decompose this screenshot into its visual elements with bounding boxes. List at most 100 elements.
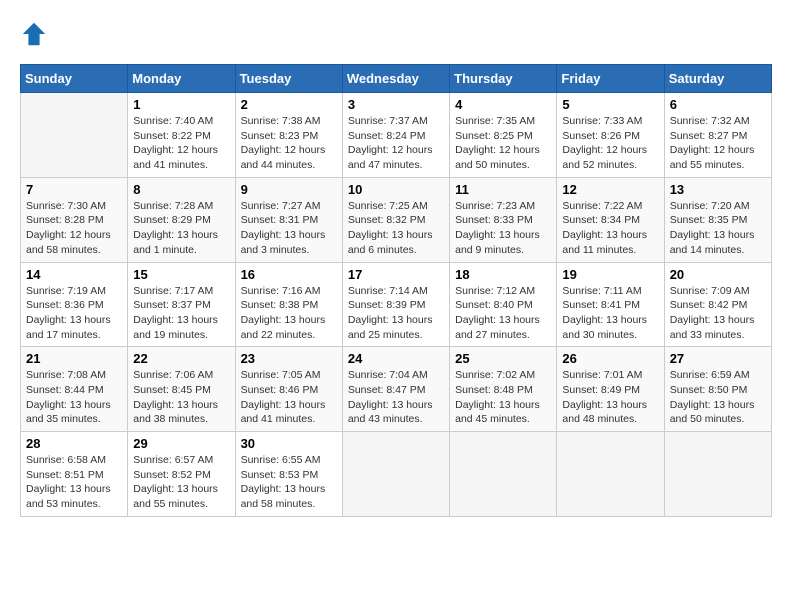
day-number: 20 [670,267,766,282]
calendar-cell: 30 Sunrise: 6:55 AM Sunset: 8:53 PM Dayli… [235,432,342,517]
calendar-cell: 8 Sunrise: 7:28 AM Sunset: 8:29 PM Daylig… [128,177,235,262]
day-number: 9 [241,182,337,197]
day-info: Sunrise: 7:02 AM Sunset: 8:48 PM Dayligh… [455,368,551,427]
day-info: Sunrise: 7:23 AM Sunset: 8:33 PM Dayligh… [455,199,551,258]
day-number: 29 [133,436,229,451]
day-number: 8 [133,182,229,197]
day-info: Sunrise: 7:08 AM Sunset: 8:44 PM Dayligh… [26,368,122,427]
day-number: 5 [562,97,658,112]
calendar-cell: 1 Sunrise: 7:40 AM Sunset: 8:22 PM Daylig… [128,93,235,178]
calendar-cell: 11 Sunrise: 7:23 AM Sunset: 8:33 PM Dayli… [450,177,557,262]
day-number: 17 [348,267,444,282]
logo-icon [20,20,48,48]
day-info: Sunrise: 7:33 AM Sunset: 8:26 PM Dayligh… [562,114,658,173]
column-header-wednesday: Wednesday [342,65,449,93]
day-number: 21 [26,351,122,366]
calendar-cell: 22 Sunrise: 7:06 AM Sunset: 8:45 PM Dayli… [128,347,235,432]
logo [20,20,52,48]
day-number: 18 [455,267,551,282]
day-info: Sunrise: 7:27 AM Sunset: 8:31 PM Dayligh… [241,199,337,258]
day-info: Sunrise: 6:58 AM Sunset: 8:51 PM Dayligh… [26,453,122,512]
calendar-cell: 27 Sunrise: 6:59 AM Sunset: 8:50 PM Dayli… [664,347,771,432]
day-info: Sunrise: 7:11 AM Sunset: 8:41 PM Dayligh… [562,284,658,343]
calendar-table: SundayMondayTuesdayWednesdayThursdayFrid… [20,64,772,517]
day-info: Sunrise: 7:17 AM Sunset: 8:37 PM Dayligh… [133,284,229,343]
day-number: 6 [670,97,766,112]
calendar-cell: 14 Sunrise: 7:19 AM Sunset: 8:36 PM Dayli… [21,262,128,347]
calendar-cell: 13 Sunrise: 7:20 AM Sunset: 8:35 PM Dayli… [664,177,771,262]
day-info: Sunrise: 7:05 AM Sunset: 8:46 PM Dayligh… [241,368,337,427]
day-number: 2 [241,97,337,112]
calendar-cell: 18 Sunrise: 7:12 AM Sunset: 8:40 PM Dayli… [450,262,557,347]
calendar-cell: 28Sunrise: 6:58 AM Sunset: 8:51 PM Dayli… [21,432,128,517]
day-info: Sunrise: 7:14 AM Sunset: 8:39 PM Dayligh… [348,284,444,343]
day-number: 24 [348,351,444,366]
day-number: 27 [670,351,766,366]
day-number: 1 [133,97,229,112]
day-number: 12 [562,182,658,197]
calendar-cell: 21 Sunrise: 7:08 AM Sunset: 8:44 PM Dayli… [21,347,128,432]
calendar-cell: 5 Sunrise: 7:33 AM Sunset: 8:26 PM Daylig… [557,93,664,178]
column-header-monday: Monday [128,65,235,93]
calendar-cell: 26 Sunrise: 7:01 AM Sunset: 8:49 PM Dayli… [557,347,664,432]
calendar-cell: 12 Sunrise: 7:22 AM Sunset: 8:34 PM Dayli… [557,177,664,262]
day-info: Sunrise: 7:37 AM Sunset: 8:24 PM Dayligh… [348,114,444,173]
day-number: 30 [241,436,337,451]
day-info: Sunrise: 7:04 AM Sunset: 8:47 PM Dayligh… [348,368,444,427]
day-number: 13 [670,182,766,197]
day-number: 15 [133,267,229,282]
calendar-cell: 16 Sunrise: 7:16 AM Sunset: 8:38 PM Dayli… [235,262,342,347]
day-number: 4 [455,97,551,112]
page-header [20,20,772,48]
calendar-cell: 6 Sunrise: 7:32 AM Sunset: 8:27 PM Daylig… [664,93,771,178]
column-header-thursday: Thursday [450,65,557,93]
day-info: Sunrise: 7:40 AM Sunset: 8:22 PM Dayligh… [133,114,229,173]
day-info: Sunrise: 7:19 AM Sunset: 8:36 PM Dayligh… [26,284,122,343]
day-number: 25 [455,351,551,366]
calendar-row: 21 Sunrise: 7:08 AM Sunset: 8:44 PM Dayli… [21,347,772,432]
day-number: 26 [562,351,658,366]
calendar-cell: 2 Sunrise: 7:38 AM Sunset: 8:23 PM Daylig… [235,93,342,178]
day-info: Sunrise: 7:28 AM Sunset: 8:29 PM Dayligh… [133,199,229,258]
day-info: Sunrise: 7:22 AM Sunset: 8:34 PM Dayligh… [562,199,658,258]
calendar-row: 28Sunrise: 6:58 AM Sunset: 8:51 PM Dayli… [21,432,772,517]
day-number: 14 [26,267,122,282]
day-number: 22 [133,351,229,366]
calendar-cell [664,432,771,517]
day-number: 11 [455,182,551,197]
calendar-cell: 29Sunrise: 6:57 AM Sunset: 8:52 PM Dayli… [128,432,235,517]
day-info: Sunrise: 7:30 AM Sunset: 8:28 PM Dayligh… [26,199,122,258]
calendar-cell: 7 Sunrise: 7:30 AM Sunset: 8:28 PM Daylig… [21,177,128,262]
calendar-cell: 20Sunrise: 7:09 AM Sunset: 8:42 PM Dayli… [664,262,771,347]
day-info: Sunrise: 7:38 AM Sunset: 8:23 PM Dayligh… [241,114,337,173]
day-info: Sunrise: 6:59 AM Sunset: 8:50 PM Dayligh… [670,368,766,427]
calendar-row: 1 Sunrise: 7:40 AM Sunset: 8:22 PM Daylig… [21,93,772,178]
column-header-friday: Friday [557,65,664,93]
day-number: 10 [348,182,444,197]
calendar-row: 14 Sunrise: 7:19 AM Sunset: 8:36 PM Dayli… [21,262,772,347]
calendar-row: 7 Sunrise: 7:30 AM Sunset: 8:28 PM Daylig… [21,177,772,262]
day-number: 3 [348,97,444,112]
column-header-tuesday: Tuesday [235,65,342,93]
day-info: Sunrise: 6:55 AM Sunset: 8:53 PM Dayligh… [241,453,337,512]
calendar-cell [557,432,664,517]
day-info: Sunrise: 7:35 AM Sunset: 8:25 PM Dayligh… [455,114,551,173]
calendar-cell: 15 Sunrise: 7:17 AM Sunset: 8:37 PM Dayli… [128,262,235,347]
day-info: Sunrise: 7:32 AM Sunset: 8:27 PM Dayligh… [670,114,766,173]
calendar-cell [21,93,128,178]
calendar-cell: 17 Sunrise: 7:14 AM Sunset: 8:39 PM Dayli… [342,262,449,347]
day-info: Sunrise: 7:06 AM Sunset: 8:45 PM Dayligh… [133,368,229,427]
day-number: 16 [241,267,337,282]
calendar-header-row: SundayMondayTuesdayWednesdayThursdayFrid… [21,65,772,93]
calendar-cell: 9 Sunrise: 7:27 AM Sunset: 8:31 PM Daylig… [235,177,342,262]
day-info: Sunrise: 7:12 AM Sunset: 8:40 PM Dayligh… [455,284,551,343]
day-info: Sunrise: 7:01 AM Sunset: 8:49 PM Dayligh… [562,368,658,427]
column-header-saturday: Saturday [664,65,771,93]
day-info: Sunrise: 7:20 AM Sunset: 8:35 PM Dayligh… [670,199,766,258]
day-info: Sunrise: 7:16 AM Sunset: 8:38 PM Dayligh… [241,284,337,343]
calendar-cell: 23 Sunrise: 7:05 AM Sunset: 8:46 PM Dayli… [235,347,342,432]
day-number: 7 [26,182,122,197]
day-number: 23 [241,351,337,366]
calendar-cell: 19Sunrise: 7:11 AM Sunset: 8:41 PM Dayli… [557,262,664,347]
calendar-cell: 4 Sunrise: 7:35 AM Sunset: 8:25 PM Daylig… [450,93,557,178]
